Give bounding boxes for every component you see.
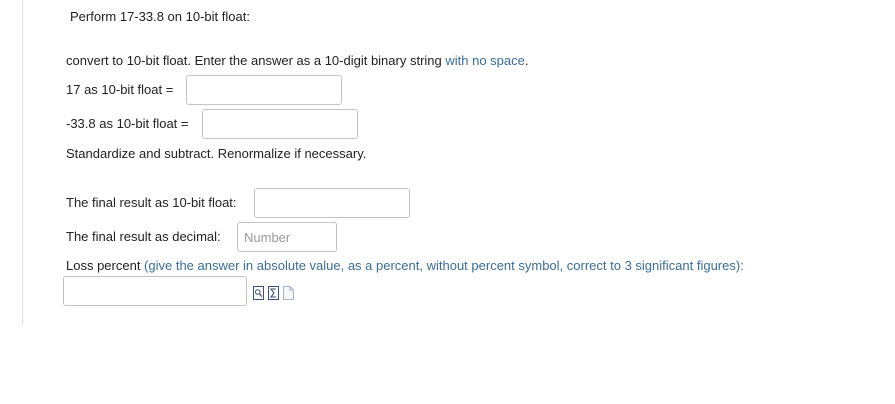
equation-icon[interactable] [268, 286, 279, 300]
loss-line: Loss percent (give the answer in absolut… [66, 258, 744, 274]
loss-label: Loss percent [66, 258, 145, 273]
standardize-text: Standardize and subtract. Renormalize if… [66, 146, 367, 161]
instruction-end: . [524, 53, 529, 68]
instruction-line: convert to 10-bit float. Enter the answe… [66, 53, 529, 69]
input-neg33-8-float[interactable] [202, 109, 358, 139]
loss-hint: (give the answer in absolute value, as a… [144, 258, 741, 273]
preview-icon[interactable] [253, 286, 264, 300]
label-17-float: 17 as 10-bit float = [66, 82, 174, 97]
question-title: Perform 17-33.8 on 10-bit float: [70, 9, 250, 24]
left-divider [22, 0, 23, 325]
blank-document-icon [283, 286, 294, 300]
loss-end: : [740, 258, 744, 273]
label-final-decimal: The final result as decimal: [66, 229, 221, 244]
input-final-decimal[interactable] [237, 222, 337, 252]
input-17-float[interactable] [186, 75, 342, 105]
instruction-text: convert to 10-bit float. Enter the answe… [66, 53, 446, 68]
instruction-hint: with no space [445, 53, 525, 68]
label-final-float: The final result as 10-bit float: [66, 195, 237, 210]
input-final-float[interactable] [254, 188, 410, 218]
input-loss-percent[interactable] [63, 276, 247, 306]
label-neg33-8-float: -33.8 as 10-bit float = [66, 116, 189, 131]
